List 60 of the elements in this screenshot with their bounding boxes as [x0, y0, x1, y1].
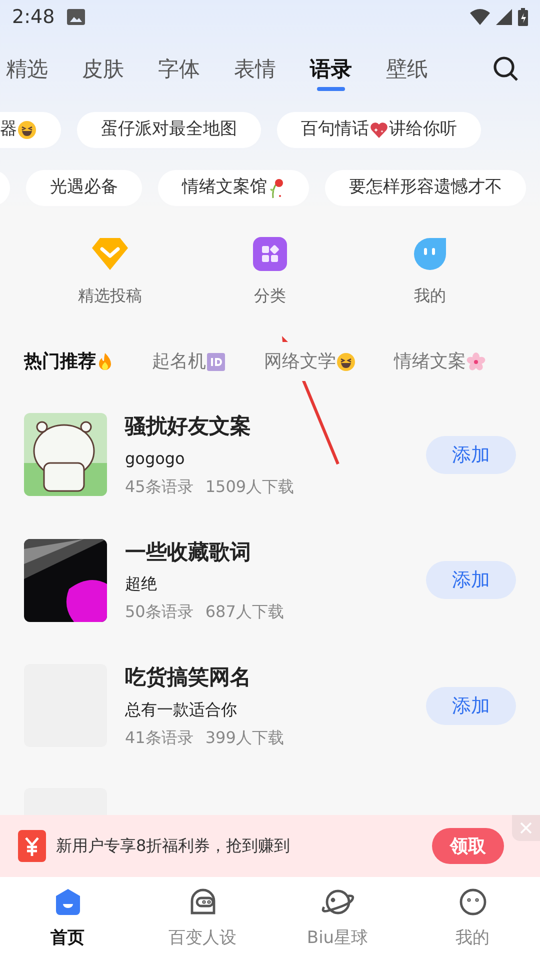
shortcut-button[interactable]: 我的	[350, 236, 510, 308]
heart-icon	[369, 120, 389, 140]
diamond-icon	[90, 236, 130, 272]
quote-count: 50条语录	[125, 601, 194, 623]
category-grid-icon	[253, 237, 287, 271]
collection-subtitle: 总有一款适合你	[125, 698, 238, 720]
category-tab[interactable]: 字体	[158, 47, 200, 91]
nav-tab[interactable]: 百变人设	[135, 877, 270, 960]
collection-title: 吃货搞笑网名	[125, 664, 252, 691]
shortcut-button[interactable]: 精选投稿	[30, 236, 190, 308]
category-tab[interactable]: 皮肤	[82, 47, 124, 91]
blossom-icon	[466, 352, 486, 372]
topic-chip[interactable]: 器	[0, 112, 61, 148]
collection-subtitle: gogogo	[125, 448, 186, 470]
topic-chip[interactable]: 要怎样形容遗憾才不	[325, 170, 526, 206]
download-count: 1509人下载	[205, 476, 294, 498]
quote-count: 45条语录	[125, 476, 194, 498]
close-icon	[520, 822, 532, 834]
shortcut-button[interactable]: 分类	[190, 236, 350, 308]
category-tab[interactable]: 壁纸	[386, 47, 428, 91]
section-tab[interactable]: 起名机	[152, 348, 226, 375]
collection-title: 骚扰好友文案	[125, 413, 252, 440]
coupon-icon	[18, 830, 46, 862]
signal-icon	[496, 9, 512, 25]
nav-tab[interactable]: 首页	[0, 877, 135, 960]
topic-chip[interactable]: 光遇必备	[26, 170, 142, 206]
category-tab[interactable]: 语录	[310, 47, 352, 91]
section-tab[interactable]: 热门推荐	[24, 348, 114, 375]
search-icon[interactable]	[492, 55, 520, 83]
topic-chip[interactable]: 情绪文案馆	[158, 170, 309, 206]
download-count: 687人下载	[205, 601, 284, 623]
quote-count: 41条语录	[125, 726, 194, 748]
wifi-icon	[470, 9, 490, 25]
section-tab[interactable]: 情绪文案	[394, 348, 486, 375]
status-time: 2:48	[12, 4, 55, 30]
add-button[interactable]: 添加	[426, 686, 516, 725]
smiling-blob-icon	[413, 237, 447, 271]
category-tab[interactable]: 精选	[6, 47, 48, 91]
topic-chip[interactable]: 蛋仔派对最全地图	[77, 112, 261, 148]
section-tab[interactable]: 网络文学	[264, 348, 356, 375]
add-button[interactable]: 添加	[426, 436, 516, 474]
image-icon	[66, 9, 85, 25]
add-button[interactable]: 添加	[426, 561, 516, 600]
battery-icon	[518, 8, 528, 26]
nav-tab[interactable]: Biu星球	[270, 877, 405, 960]
laughing-emoji-icon	[17, 120, 37, 140]
rose-icon	[267, 177, 285, 199]
laughing-emoji-icon	[336, 352, 356, 372]
home-icon	[54, 888, 82, 916]
face-icon	[458, 886, 488, 917]
fire-icon	[96, 352, 114, 372]
close-button[interactable]	[512, 815, 540, 841]
collection-title: 一些收藏歌词	[125, 538, 252, 566]
topic-chip[interactable]: 百句情话 讲给你听	[277, 112, 481, 148]
id-badge-icon	[206, 352, 226, 372]
promo-text: 新用户专享8折福利券，抢到赚到	[56, 835, 292, 857]
nav-tab[interactable]: 我的	[405, 877, 540, 960]
category-tab[interactable]: 表情	[234, 47, 276, 91]
download-count: 399人下载	[205, 726, 284, 748]
collection-subtitle: 超绝	[125, 573, 158, 595]
